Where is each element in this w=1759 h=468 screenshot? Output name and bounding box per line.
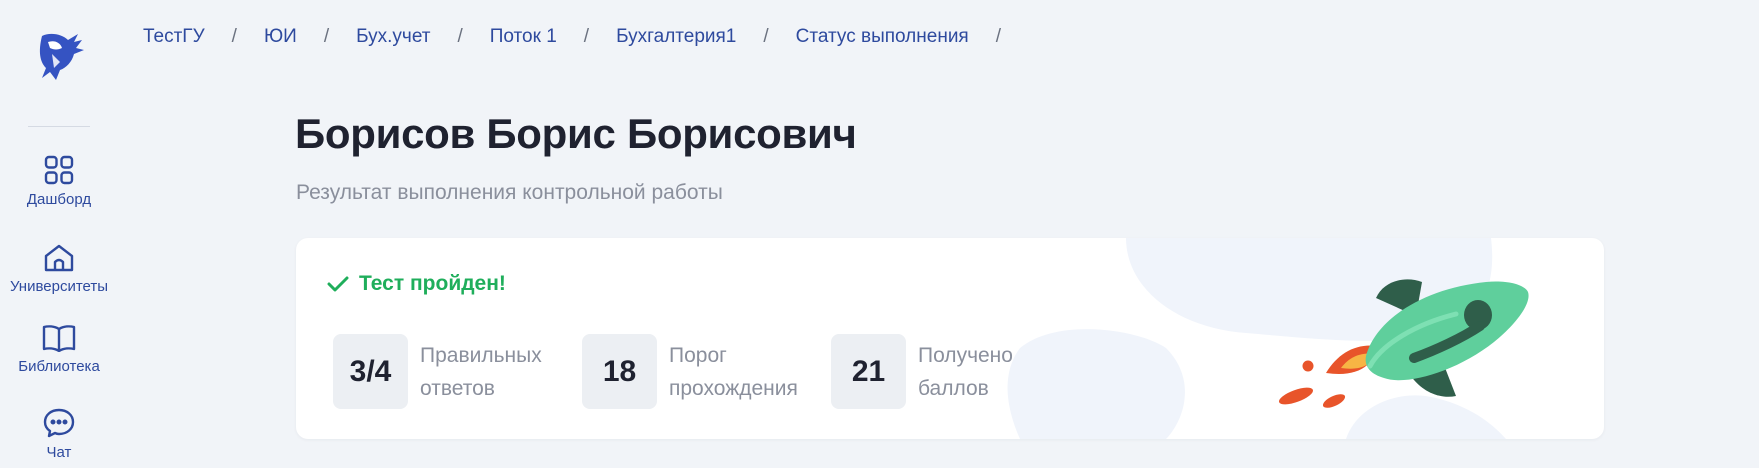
stat-value: 18 xyxy=(582,334,657,409)
breadcrumb-item[interactable]: Бухгалтерия1 xyxy=(616,26,736,48)
breadcrumb: ТестГУ / ЮИ / Бух.учет / Поток 1 / Бухга… xyxy=(143,24,1028,50)
sidebar-item-label: Чат xyxy=(46,444,72,461)
breadcrumb-item[interactable]: ТестГУ xyxy=(143,26,205,48)
breadcrumb-item[interactable]: ЮИ xyxy=(264,26,297,48)
rocket-illustration xyxy=(1278,279,1529,408)
stat-points-received: 21 Получено баллов xyxy=(831,334,1068,409)
stat-correct-answers: 3/4 Правильных ответов xyxy=(333,334,570,409)
page-title: Борисов Борис Борисович xyxy=(295,110,857,157)
sidebar-item-label: Дашборд xyxy=(26,191,92,208)
sidebar-item-universities[interactable]: Университеты xyxy=(0,244,118,295)
logo[interactable] xyxy=(32,28,86,82)
sidebar-item-library[interactable]: Библиотека xyxy=(0,324,118,375)
sidebar-item-chat[interactable]: Чат xyxy=(0,408,118,461)
status-text: Тест пройден! xyxy=(359,272,506,295)
stat-label-line: ответов xyxy=(420,376,495,400)
stat-value: 3/4 xyxy=(333,334,408,409)
university-icon xyxy=(44,244,74,272)
breadcrumb-separator: / xyxy=(231,26,237,47)
chat-icon xyxy=(43,408,75,438)
stat-label-line: Правильных xyxy=(420,343,542,367)
check-icon xyxy=(327,276,349,292)
stat-value: 21 xyxy=(831,334,906,409)
result-card: Тест пройден! 3/4 Правильных ответов 18 … xyxy=(296,238,1604,439)
stat-label: Получено баллов xyxy=(918,339,1068,405)
sidebar-item-label: Университеты xyxy=(9,278,109,295)
sidebar-item-label: Библиотека xyxy=(18,358,100,375)
breadcrumb-separator: / xyxy=(995,26,1002,47)
status-message: Тест пройден! xyxy=(327,272,506,296)
breadcrumb-item[interactable]: Поток 1 xyxy=(490,26,557,48)
breadcrumb-separator: / xyxy=(457,26,463,47)
stat-label: Порог прохождения xyxy=(669,339,819,405)
stat-pass-threshold: 18 Порог прохождения xyxy=(582,334,819,409)
page-subtitle: Результат выполнения контрольной работы xyxy=(296,181,723,204)
breadcrumb-item[interactable]: Статус выполнения xyxy=(796,26,969,48)
grid-icon xyxy=(44,155,74,185)
sidebar: Дашборд Университеты Библиотека Чат xyxy=(0,0,118,468)
stat-label-line: Порог xyxy=(669,343,727,367)
breadcrumb-separator: / xyxy=(583,26,590,47)
breadcrumb-separator: / xyxy=(763,26,769,47)
breadcrumb-separator: / xyxy=(323,26,330,47)
stat-label-line: прохождения xyxy=(669,376,798,400)
stat-label-line: Получено xyxy=(918,343,1013,367)
sidebar-item-dashboard[interactable]: Дашборд xyxy=(0,155,118,208)
sidebar-divider xyxy=(28,126,90,127)
book-icon xyxy=(42,325,76,352)
stat-label: Правильных ответов xyxy=(420,339,570,405)
stat-label-line: баллов xyxy=(918,376,989,400)
breadcrumb-item[interactable]: Бух.учет xyxy=(356,26,430,48)
